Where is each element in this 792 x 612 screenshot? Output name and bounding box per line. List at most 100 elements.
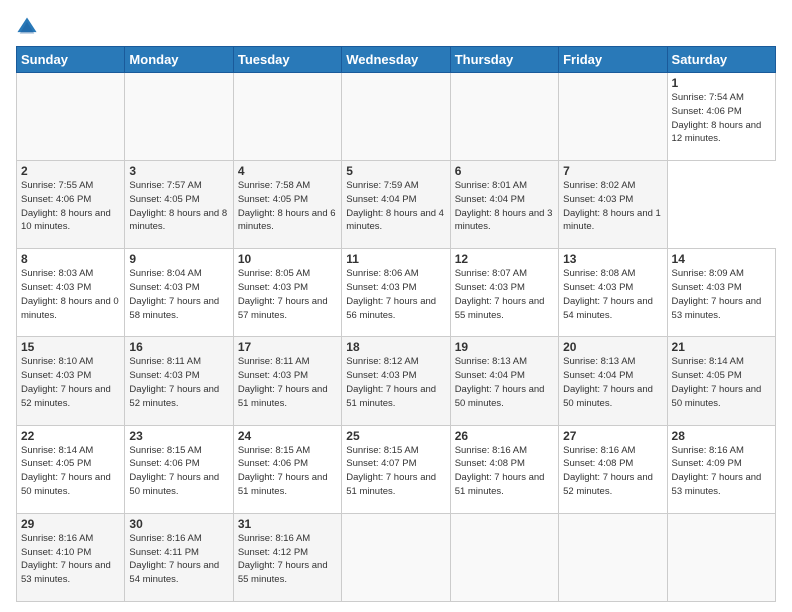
calendar-week-row: 29Sunrise: 8:16 AMSunset: 4:10 PMDayligh… — [17, 513, 776, 601]
calendar-day-cell: 19Sunrise: 8:13 AMSunset: 4:04 PMDayligh… — [450, 337, 558, 425]
header-thursday: Thursday — [450, 47, 558, 73]
day-info: Sunrise: 8:08 AMSunset: 4:03 PMDaylight:… — [563, 267, 662, 322]
day-number: 20 — [563, 340, 662, 354]
header-tuesday: Tuesday — [233, 47, 341, 73]
calendar-day-cell — [17, 73, 125, 161]
day-number: 27 — [563, 429, 662, 443]
day-info: Sunrise: 8:09 AMSunset: 4:03 PMDaylight:… — [672, 267, 771, 322]
calendar-day-cell: 22Sunrise: 8:14 AMSunset: 4:05 PMDayligh… — [17, 425, 125, 513]
day-number: 2 — [21, 164, 120, 178]
calendar-day-cell — [559, 73, 667, 161]
day-number: 6 — [455, 164, 554, 178]
calendar-day-cell: 28Sunrise: 8:16 AMSunset: 4:09 PMDayligh… — [667, 425, 775, 513]
day-info: Sunrise: 7:55 AMSunset: 4:06 PMDaylight:… — [21, 179, 120, 234]
calendar-day-cell: 6Sunrise: 8:01 AMSunset: 4:04 PMDaylight… — [450, 161, 558, 249]
day-number: 18 — [346, 340, 445, 354]
calendar-day-cell: 3Sunrise: 7:57 AMSunset: 4:05 PMDaylight… — [125, 161, 233, 249]
day-number: 8 — [21, 252, 120, 266]
day-number: 9 — [129, 252, 228, 266]
day-info: Sunrise: 7:57 AMSunset: 4:05 PMDaylight:… — [129, 179, 228, 234]
calendar-day-cell: 5Sunrise: 7:59 AMSunset: 4:04 PMDaylight… — [342, 161, 450, 249]
calendar-day-cell: 30Sunrise: 8:16 AMSunset: 4:11 PMDayligh… — [125, 513, 233, 601]
calendar-day-cell: 31Sunrise: 8:16 AMSunset: 4:12 PMDayligh… — [233, 513, 341, 601]
header-sunday: Sunday — [17, 47, 125, 73]
calendar-day-cell: 29Sunrise: 8:16 AMSunset: 4:10 PMDayligh… — [17, 513, 125, 601]
calendar-day-cell: 26Sunrise: 8:16 AMSunset: 4:08 PMDayligh… — [450, 425, 558, 513]
day-info: Sunrise: 8:16 AMSunset: 4:09 PMDaylight:… — [672, 444, 771, 499]
day-number: 21 — [672, 340, 771, 354]
day-number: 1 — [672, 76, 771, 90]
day-number: 4 — [238, 164, 337, 178]
calendar-day-cell — [342, 513, 450, 601]
day-number: 30 — [129, 517, 228, 531]
calendar-day-cell: 7Sunrise: 8:02 AMSunset: 4:03 PMDaylight… — [559, 161, 667, 249]
header-row: Sunday Monday Tuesday Wednesday Thursday… — [17, 47, 776, 73]
calendar-week-row: 2Sunrise: 7:55 AMSunset: 4:06 PMDaylight… — [17, 161, 776, 249]
day-number: 29 — [21, 517, 120, 531]
calendar-day-cell — [450, 73, 558, 161]
calendar-day-cell — [450, 513, 558, 601]
calendar-week-row: 15Sunrise: 8:10 AMSunset: 4:03 PMDayligh… — [17, 337, 776, 425]
day-info: Sunrise: 7:58 AMSunset: 4:05 PMDaylight:… — [238, 179, 337, 234]
day-info: Sunrise: 8:13 AMSunset: 4:04 PMDaylight:… — [563, 355, 662, 410]
calendar-day-cell: 4Sunrise: 7:58 AMSunset: 4:05 PMDaylight… — [233, 161, 341, 249]
calendar-day-cell: 20Sunrise: 8:13 AMSunset: 4:04 PMDayligh… — [559, 337, 667, 425]
day-info: Sunrise: 8:13 AMSunset: 4:04 PMDaylight:… — [455, 355, 554, 410]
calendar-table: Sunday Monday Tuesday Wednesday Thursday… — [16, 46, 776, 602]
calendar-day-cell: 17Sunrise: 8:11 AMSunset: 4:03 PMDayligh… — [233, 337, 341, 425]
calendar-day-cell: 16Sunrise: 8:11 AMSunset: 4:03 PMDayligh… — [125, 337, 233, 425]
day-number: 22 — [21, 429, 120, 443]
day-info: Sunrise: 8:16 AMSunset: 4:10 PMDaylight:… — [21, 532, 120, 587]
day-info: Sunrise: 8:15 AMSunset: 4:06 PMDaylight:… — [129, 444, 228, 499]
day-info: Sunrise: 8:16 AMSunset: 4:12 PMDaylight:… — [238, 532, 337, 587]
day-number: 31 — [238, 517, 337, 531]
day-number: 14 — [672, 252, 771, 266]
day-number: 24 — [238, 429, 337, 443]
day-number: 28 — [672, 429, 771, 443]
calendar-day-cell: 18Sunrise: 8:12 AMSunset: 4:03 PMDayligh… — [342, 337, 450, 425]
day-info: Sunrise: 8:01 AMSunset: 4:04 PMDaylight:… — [455, 179, 554, 234]
calendar-day-cell: 13Sunrise: 8:08 AMSunset: 4:03 PMDayligh… — [559, 249, 667, 337]
day-info: Sunrise: 8:03 AMSunset: 4:03 PMDaylight:… — [21, 267, 120, 322]
day-info: Sunrise: 8:14 AMSunset: 4:05 PMDaylight:… — [672, 355, 771, 410]
page: Sunday Monday Tuesday Wednesday Thursday… — [0, 0, 792, 612]
calendar-day-cell: 27Sunrise: 8:16 AMSunset: 4:08 PMDayligh… — [559, 425, 667, 513]
calendar-day-cell: 10Sunrise: 8:05 AMSunset: 4:03 PMDayligh… — [233, 249, 341, 337]
day-number: 19 — [455, 340, 554, 354]
calendar-day-cell: 1Sunrise: 7:54 AMSunset: 4:06 PMDaylight… — [667, 73, 775, 161]
header-friday: Friday — [559, 47, 667, 73]
calendar-day-cell: 14Sunrise: 8:09 AMSunset: 4:03 PMDayligh… — [667, 249, 775, 337]
day-number: 11 — [346, 252, 445, 266]
calendar-day-cell: 9Sunrise: 8:04 AMSunset: 4:03 PMDaylight… — [125, 249, 233, 337]
day-number: 16 — [129, 340, 228, 354]
calendar-day-cell: 8Sunrise: 8:03 AMSunset: 4:03 PMDaylight… — [17, 249, 125, 337]
day-number: 10 — [238, 252, 337, 266]
day-info: Sunrise: 8:11 AMSunset: 4:03 PMDaylight:… — [238, 355, 337, 410]
calendar-day-cell: 23Sunrise: 8:15 AMSunset: 4:06 PMDayligh… — [125, 425, 233, 513]
day-info: Sunrise: 7:59 AMSunset: 4:04 PMDaylight:… — [346, 179, 445, 234]
day-info: Sunrise: 8:14 AMSunset: 4:05 PMDaylight:… — [21, 444, 120, 499]
header-wednesday: Wednesday — [342, 47, 450, 73]
day-info: Sunrise: 8:10 AMSunset: 4:03 PMDaylight:… — [21, 355, 120, 410]
day-info: Sunrise: 8:15 AMSunset: 4:06 PMDaylight:… — [238, 444, 337, 499]
day-number: 12 — [455, 252, 554, 266]
day-number: 17 — [238, 340, 337, 354]
day-number: 26 — [455, 429, 554, 443]
calendar-day-cell: 15Sunrise: 8:10 AMSunset: 4:03 PMDayligh… — [17, 337, 125, 425]
calendar-day-cell — [233, 73, 341, 161]
day-number: 3 — [129, 164, 228, 178]
logo — [16, 16, 40, 38]
day-info: Sunrise: 8:06 AMSunset: 4:03 PMDaylight:… — [346, 267, 445, 322]
calendar-header: Sunday Monday Tuesday Wednesday Thursday… — [17, 47, 776, 73]
day-info: Sunrise: 8:12 AMSunset: 4:03 PMDaylight:… — [346, 355, 445, 410]
day-info: Sunrise: 7:54 AMSunset: 4:06 PMDaylight:… — [672, 91, 771, 146]
calendar-day-cell: 21Sunrise: 8:14 AMSunset: 4:05 PMDayligh… — [667, 337, 775, 425]
day-number: 13 — [563, 252, 662, 266]
calendar-day-cell — [125, 73, 233, 161]
day-number: 7 — [563, 164, 662, 178]
header-saturday: Saturday — [667, 47, 775, 73]
day-number: 25 — [346, 429, 445, 443]
header-monday: Monday — [125, 47, 233, 73]
calendar-day-cell: 12Sunrise: 8:07 AMSunset: 4:03 PMDayligh… — [450, 249, 558, 337]
day-number: 23 — [129, 429, 228, 443]
